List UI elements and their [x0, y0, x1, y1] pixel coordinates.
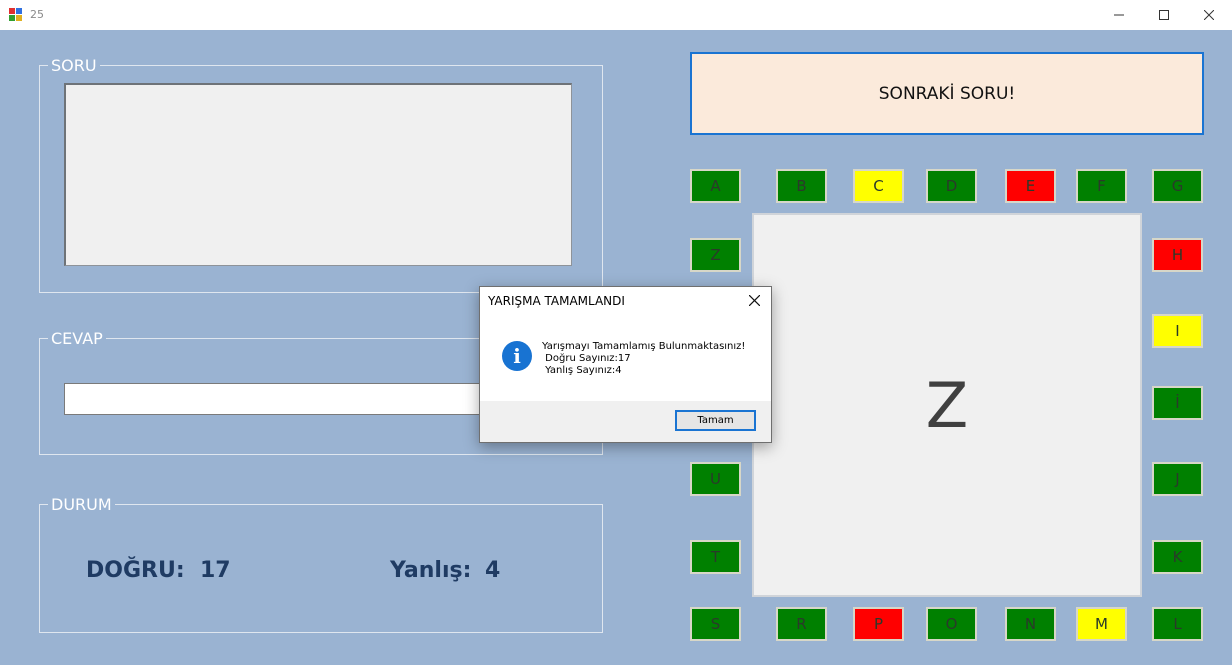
letter-f-button[interactable]: F: [1076, 169, 1127, 203]
correct-label: DOĞRU:: [86, 558, 185, 583]
letter-label: G: [1171, 177, 1184, 195]
completion-dialog: YARIŞMA TAMAMLANDI i Yarışmayı Tamamlamı…: [479, 286, 772, 443]
letter-label: E: [1025, 177, 1036, 195]
answer-group-label: CEVAP: [48, 329, 106, 348]
letter-k-button[interactable]: K: [1152, 540, 1203, 574]
dialog-title: YARIŞMA TAMAMLANDI: [488, 294, 625, 308]
answer-input[interactable]: [64, 383, 504, 415]
letter-z-button[interactable]: Z: [690, 238, 741, 272]
letter-o-button[interactable]: O: [926, 607, 977, 641]
letter-label: N: [1024, 615, 1037, 633]
letter-m-button[interactable]: M: [1076, 607, 1127, 641]
letter-j-button[interactable]: J: [1152, 462, 1203, 496]
dialog-message: Yarışmayı Tamamlamış Bulunmaktasınız! Do…: [542, 341, 746, 376]
letter-i-dot-button[interactable]: İ: [1152, 386, 1203, 420]
letter-d-button[interactable]: D: [926, 169, 977, 203]
letter-l-button[interactable]: L: [1152, 607, 1203, 641]
dialog-footer: Tamam: [480, 401, 771, 442]
letter-label: Z: [710, 246, 721, 264]
letter-c-button[interactable]: C: [853, 169, 904, 203]
info-icon: i: [502, 341, 532, 371]
app-icon: [9, 8, 23, 22]
maximize-icon: [1159, 10, 1169, 20]
letter-label: A: [710, 177, 721, 195]
letter-label: H: [1171, 246, 1184, 264]
letter-label: D: [945, 177, 958, 195]
letter-p-button[interactable]: P: [853, 607, 904, 641]
letter-label: P: [873, 615, 884, 633]
letter-label: F: [1097, 177, 1106, 195]
maximize-button[interactable]: [1141, 0, 1187, 30]
letter-label: U: [710, 470, 721, 488]
question-group-label: SORU: [48, 56, 100, 75]
minimize-icon: [1114, 14, 1124, 16]
letter-label: T: [710, 548, 721, 566]
letter-label: B: [796, 177, 807, 195]
letter-e-button[interactable]: E: [1005, 169, 1056, 203]
close-button[interactable]: [1186, 0, 1232, 30]
letter-i-button[interactable]: I: [1152, 314, 1203, 348]
letter-s-button[interactable]: S: [690, 607, 741, 641]
letter-label: M: [1095, 615, 1108, 633]
close-icon: [1204, 10, 1214, 20]
letter-label: K: [1172, 548, 1183, 566]
letter-label: İ: [1175, 394, 1180, 412]
dialog-close-button[interactable]: [743, 290, 765, 310]
letter-g-button[interactable]: G: [1152, 169, 1203, 203]
letter-label: C: [873, 177, 884, 195]
letter-label: O: [945, 615, 958, 633]
minimize-button[interactable]: [1096, 0, 1142, 30]
letter-label: L: [1173, 615, 1182, 633]
letter-label: R: [796, 615, 807, 633]
wrong-label: Yanlış:: [390, 558, 472, 583]
status-group-label: DURUM: [48, 495, 115, 514]
wrong-count: 4: [485, 558, 501, 583]
letter-t-button[interactable]: T: [690, 540, 741, 574]
window-title: 25: [30, 8, 44, 21]
title-bar: 25: [0, 0, 1232, 30]
letter-label: I: [1175, 322, 1180, 340]
letter-n-button[interactable]: N: [1005, 607, 1056, 641]
letter-r-button[interactable]: R: [776, 607, 827, 641]
next-question-button[interactable]: SONRAKİ SORU!: [690, 52, 1204, 135]
letter-label: J: [1175, 470, 1180, 488]
close-icon: [748, 294, 760, 306]
letter-h-button[interactable]: H: [1152, 238, 1203, 272]
letter-a-button[interactable]: A: [690, 169, 741, 203]
letter-u-button[interactable]: U: [690, 462, 741, 496]
ok-button[interactable]: Tamam: [675, 410, 756, 431]
letter-b-button[interactable]: B: [776, 169, 827, 203]
question-textbox[interactable]: [64, 83, 572, 266]
correct-count: 17: [200, 558, 231, 583]
current-letter-display: Z: [752, 213, 1142, 597]
letter-label: S: [710, 615, 721, 633]
